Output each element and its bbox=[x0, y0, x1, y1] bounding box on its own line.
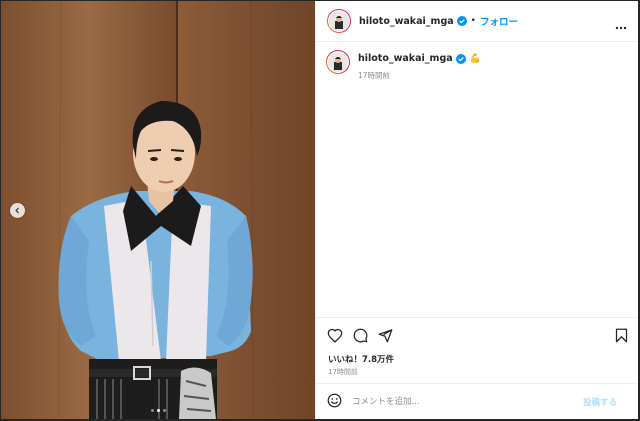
share-button[interactable] bbox=[378, 328, 393, 347]
carousel-dot-active bbox=[156, 409, 160, 412]
post-photo bbox=[1, 1, 315, 419]
caption-username[interactable]: hiloto_wakai_mga bbox=[358, 53, 453, 64]
share-icon bbox=[378, 329, 393, 343]
carousel-indicator bbox=[1, 409, 315, 412]
caption-timestamp[interactable]: 17時間前 bbox=[358, 70, 481, 81]
verified-badge-icon bbox=[455, 53, 466, 64]
post-timestamp[interactable]: 17時間前 bbox=[328, 367, 358, 377]
caption-avatar[interactable] bbox=[326, 50, 350, 74]
avatar[interactable] bbox=[327, 9, 351, 33]
bookmark-icon bbox=[615, 328, 628, 343]
post-panel: hiloto_wakai_mga • フォロー hiloto_wakai_mga… bbox=[315, 1, 638, 419]
save-button[interactable] bbox=[615, 328, 628, 347]
header-username[interactable]: hiloto_wakai_mga bbox=[359, 16, 454, 27]
post-comment-button[interactable]: 投稿する bbox=[583, 396, 617, 408]
comment-bar: 投稿する bbox=[316, 383, 638, 419]
more-icon bbox=[615, 26, 627, 30]
comment-button[interactable] bbox=[353, 328, 368, 347]
follow-button[interactable]: フォロー bbox=[480, 14, 518, 28]
post-header: hiloto_wakai_mga • フォロー bbox=[316, 1, 638, 42]
emoji-icon bbox=[327, 393, 342, 407]
emoji-button[interactable] bbox=[327, 393, 342, 412]
like-count[interactable]: いいね！7.8万件 bbox=[328, 353, 394, 365]
avatar-image bbox=[335, 16, 343, 29]
post-modal: hiloto_wakai_mga • フォロー hiloto_wakai_mga… bbox=[1, 1, 638, 419]
comment-input[interactable] bbox=[350, 396, 569, 408]
carousel-dot bbox=[150, 409, 154, 412]
photo-image bbox=[1, 1, 315, 419]
carousel-dot bbox=[162, 409, 166, 412]
post-caption: hiloto_wakai_mga 💪 17時間前 bbox=[326, 50, 481, 81]
verified-badge-icon bbox=[456, 16, 467, 26]
caption-text: 💪 bbox=[469, 53, 481, 64]
header-separator: • bbox=[470, 16, 476, 26]
comment-icon bbox=[353, 328, 368, 343]
more-options-button[interactable] bbox=[615, 15, 627, 34]
chevron-left-icon bbox=[15, 207, 19, 214]
avatar-image bbox=[334, 57, 342, 70]
carousel-prev-button[interactable] bbox=[10, 203, 25, 218]
like-button[interactable] bbox=[327, 328, 343, 347]
heart-icon bbox=[327, 328, 343, 343]
